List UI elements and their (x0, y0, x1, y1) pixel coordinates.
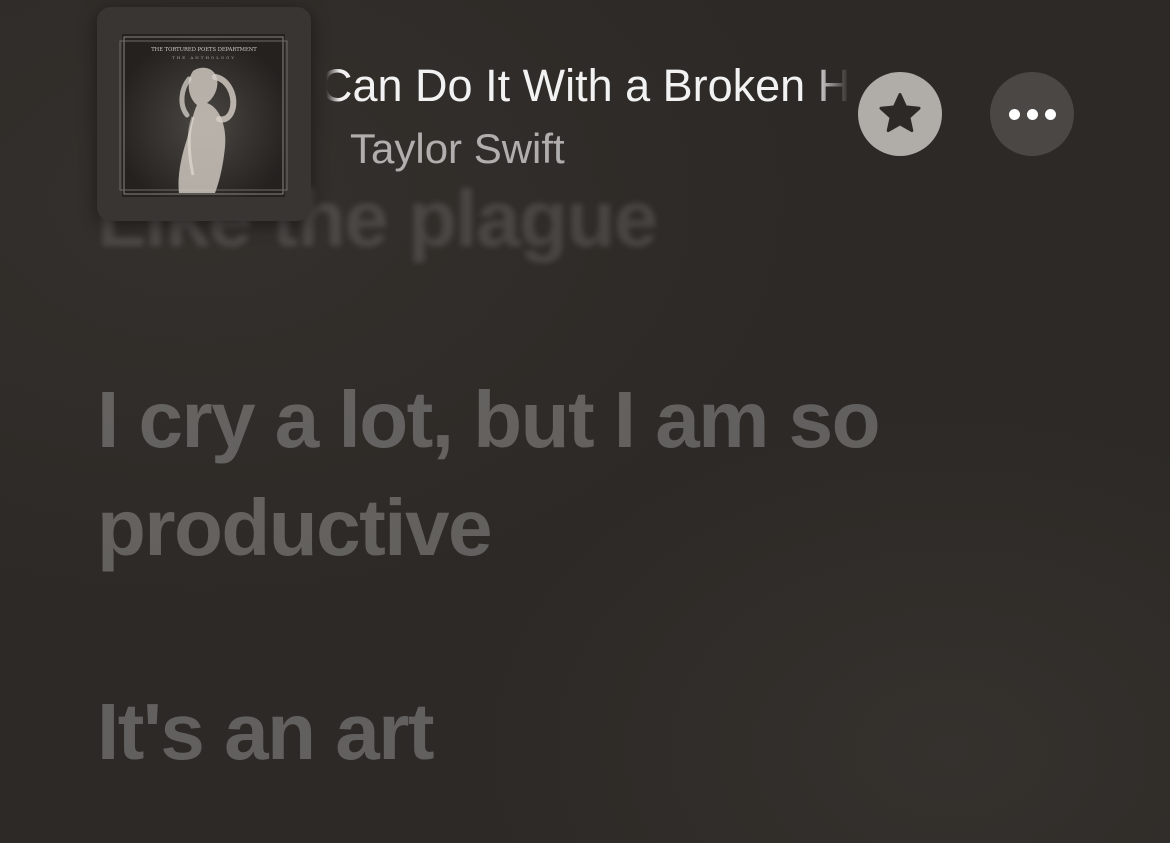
favorite-button[interactable] (858, 72, 942, 156)
song-title: I Can Do It With a Broken Heart (326, 60, 850, 111)
artwork-title-text: THE TORTURED POETS DEPARTMENT (151, 47, 257, 53)
track-info[interactable]: I Can Do It With a Broken Heart Taylor S… (326, 52, 850, 182)
lyric-line[interactable]: It's an art (97, 678, 434, 786)
artwork-subtitle-text: THE ANTHOLOGY (172, 55, 236, 60)
lyric-line[interactable]: I cry a lot, but I am so (97, 366, 880, 474)
album-artwork[interactable]: THE TORTURED POETS DEPARTMENT THE ANTHOL… (97, 7, 311, 221)
now-playing-header: THE TORTURED POETS DEPARTMENT THE ANTHOL… (0, 0, 1170, 230)
artist-name[interactable]: Taylor Swift (350, 122, 565, 176)
lyric-line[interactable]: productive (97, 474, 492, 582)
star-icon (879, 93, 921, 133)
ellipsis-icon (1008, 108, 1056, 120)
album-cover-image: THE TORTURED POETS DEPARTMENT THE ANTHOL… (97, 7, 311, 221)
more-options-button[interactable] (990, 72, 1074, 156)
